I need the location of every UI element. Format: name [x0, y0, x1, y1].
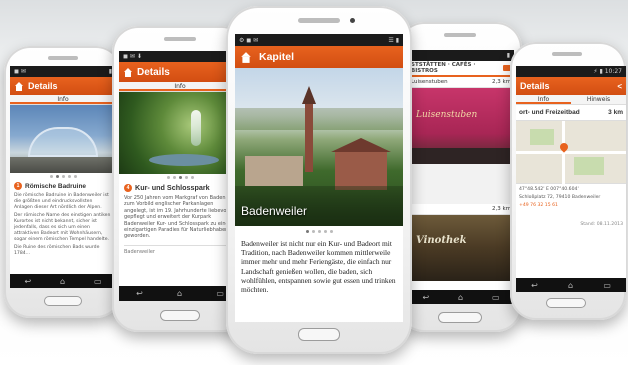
paragraph-2: Der römische Name des einstigen antiken … [14, 213, 111, 242]
camera [350, 18, 355, 23]
app-title: Kapitel [259, 51, 295, 63]
status-bar: ▮ [408, 50, 514, 61]
photo-vinothek: Vinothek [408, 215, 514, 281]
section-title: 1 Römische Badruine [14, 182, 112, 190]
tab-info[interactable]: Info [10, 95, 116, 104]
screen: ⚙ ◼ ✉ ☰ ▮ Kapitel Badenweiler Badenweiler… [235, 34, 403, 322]
recent-icon[interactable]: ▭ [603, 281, 611, 290]
paragraph-3: Die Ruine des römischen Bads wurde 1784.… [14, 245, 100, 257]
home-button[interactable] [44, 296, 82, 306]
stand-date: Stand: 08.11.2013 [580, 222, 623, 228]
list-item[interactable]: 2,3 km [408, 204, 514, 215]
app-bar: Kapitel [235, 46, 403, 68]
screen: ◼ ✉ ▮ Details Info 1 Römische Badruine Die… [10, 66, 116, 288]
map-view[interactable] [516, 120, 626, 185]
photo-luisenstuben: Luisenstuben [408, 88, 514, 164]
app-title: Details [520, 81, 550, 91]
sign-luisenstuben: Luisenstuben [416, 110, 478, 120]
speaker [48, 56, 78, 60]
screen: ▮ STSTÄTTEN · CAFÉS · BISTROS Luisenstub… [408, 50, 514, 304]
sign-vinothek: Vinothek [416, 235, 467, 246]
speaker [552, 52, 582, 56]
photo-badenweiler: Badenweiler [235, 68, 403, 226]
section-title: 4 Kur- und Schlosspark [124, 183, 236, 192]
pager-dots [119, 174, 241, 181]
home-button[interactable] [546, 298, 586, 308]
list-header: STSTÄTTEN · CAFÉS · BISTROS [408, 61, 514, 77]
recent-icon[interactable]: ▭ [216, 289, 224, 298]
home-button[interactable] [298, 328, 340, 341]
app-bar: Details [119, 62, 241, 82]
back-icon[interactable]: ↩ [24, 277, 31, 286]
tab-info[interactable]: Info [516, 95, 571, 104]
phone-gaststaetten-list: ▮ STSTÄTTEN · CAFÉS · BISTROS Luisenstub… [398, 22, 522, 332]
speaker [164, 37, 196, 41]
back-icon[interactable]: ↩ [422, 293, 429, 302]
pager-dots [10, 173, 116, 180]
app-title: Details [28, 81, 58, 91]
home-button[interactable] [160, 310, 200, 321]
recent-icon[interactable]: ▭ [94, 277, 102, 286]
nav-bar: ↩ ⌂ ▭ [408, 290, 514, 304]
recent-icon[interactable]: ▭ [492, 293, 500, 302]
phone-number[interactable]: +49 76 32 15 61 [519, 203, 623, 209]
status-bar: ⚡ ▮ 10:27 [516, 66, 626, 77]
phone-details-freizeitbad: ⚡ ▮ 10:27 Details < Info Hinweis ort- un… [510, 42, 626, 320]
screen: ⚡ ▮ 10:27 Details < Info Hinweis ort- un… [516, 66, 626, 292]
home-button[interactable] [438, 312, 482, 323]
place-distance: 3 km [608, 109, 623, 116]
place-name: ort- und Freizeitbad [519, 109, 580, 116]
photo-caption: Badenweiler [241, 204, 308, 218]
back-icon[interactable]: ↩ [531, 281, 538, 290]
text-placeholder [408, 164, 514, 204]
tab-info[interactable]: Info [119, 82, 241, 91]
address: Schloßplatz 72, 79410 Badenweiler [519, 194, 601, 200]
home-button-icon[interactable]: ⌂ [60, 277, 65, 286]
paragraph-1: Die römische Badruine in Badenweiler ist… [14, 193, 109, 210]
pager-dots [235, 226, 403, 237]
home-icon[interactable] [123, 67, 133, 77]
share-icon[interactable]: < [617, 82, 622, 91]
paragraph-1: Vor 250 Jahren vom Markgraf von Baden zu… [124, 195, 234, 240]
phone-kapitel: ⚙ ◼ ✉ ☰ ▮ Kapitel Badenweiler Badenweiler… [226, 6, 412, 354]
tab-bar: Info [10, 95, 116, 105]
nav-bar: ↩ ⌂ ▭ [516, 278, 626, 292]
coordinates: 47°48.542' E 007°40.604' [519, 187, 579, 192]
home-button-icon[interactable]: ⌂ [177, 289, 182, 298]
place-header: ort- und Freizeitbad 3 km [516, 105, 626, 120]
nav-bar: ↩ ⌂ ▭ [119, 286, 241, 301]
footer-location: Badenweiler [124, 244, 236, 255]
status-bar: ◼ ✉ ▮ [10, 66, 116, 77]
speaker [298, 18, 340, 23]
phone-details-badruine: ◼ ✉ ▮ Details Info 1 Römische Badruine Die… [4, 46, 122, 318]
chapter-text: Badenweiler ist nicht nur ein Kur- und B… [241, 239, 396, 295]
tab-bar: Info [119, 82, 241, 92]
home-icon[interactable] [240, 51, 252, 63]
app-title: Details [137, 66, 170, 78]
app-bar: Details < [516, 77, 626, 95]
nav-bar: ↩ ⌂ ▭ [10, 274, 116, 288]
home-button-icon[interactable]: ⌂ [568, 281, 573, 290]
tab-hinweis[interactable]: Hinweis [571, 95, 626, 104]
photo-badruine [10, 105, 116, 173]
home-icon[interactable] [14, 81, 24, 91]
list-header-title: STSTÄTTEN · CAFÉS · BISTROS [411, 62, 476, 74]
speaker [444, 33, 476, 37]
tab-bar: Info Hinweis [516, 95, 626, 105]
screen: ◼ ✉ ⬇▮ Details Info 4Kur- und Schlosspar… [119, 51, 241, 301]
app-bar: Details [10, 77, 116, 95]
back-icon[interactable]: ↩ [136, 289, 143, 298]
list-item[interactable]: Luisenstuben 2,3 km [408, 77, 514, 88]
home-button-icon[interactable]: ⌂ [458, 293, 463, 302]
photo-kurpark [119, 92, 241, 174]
status-bar: ◼ ✉ ⬇▮ [119, 51, 241, 62]
status-bar: ⚙ ◼ ✉ ☰ ▮ [235, 34, 403, 46]
